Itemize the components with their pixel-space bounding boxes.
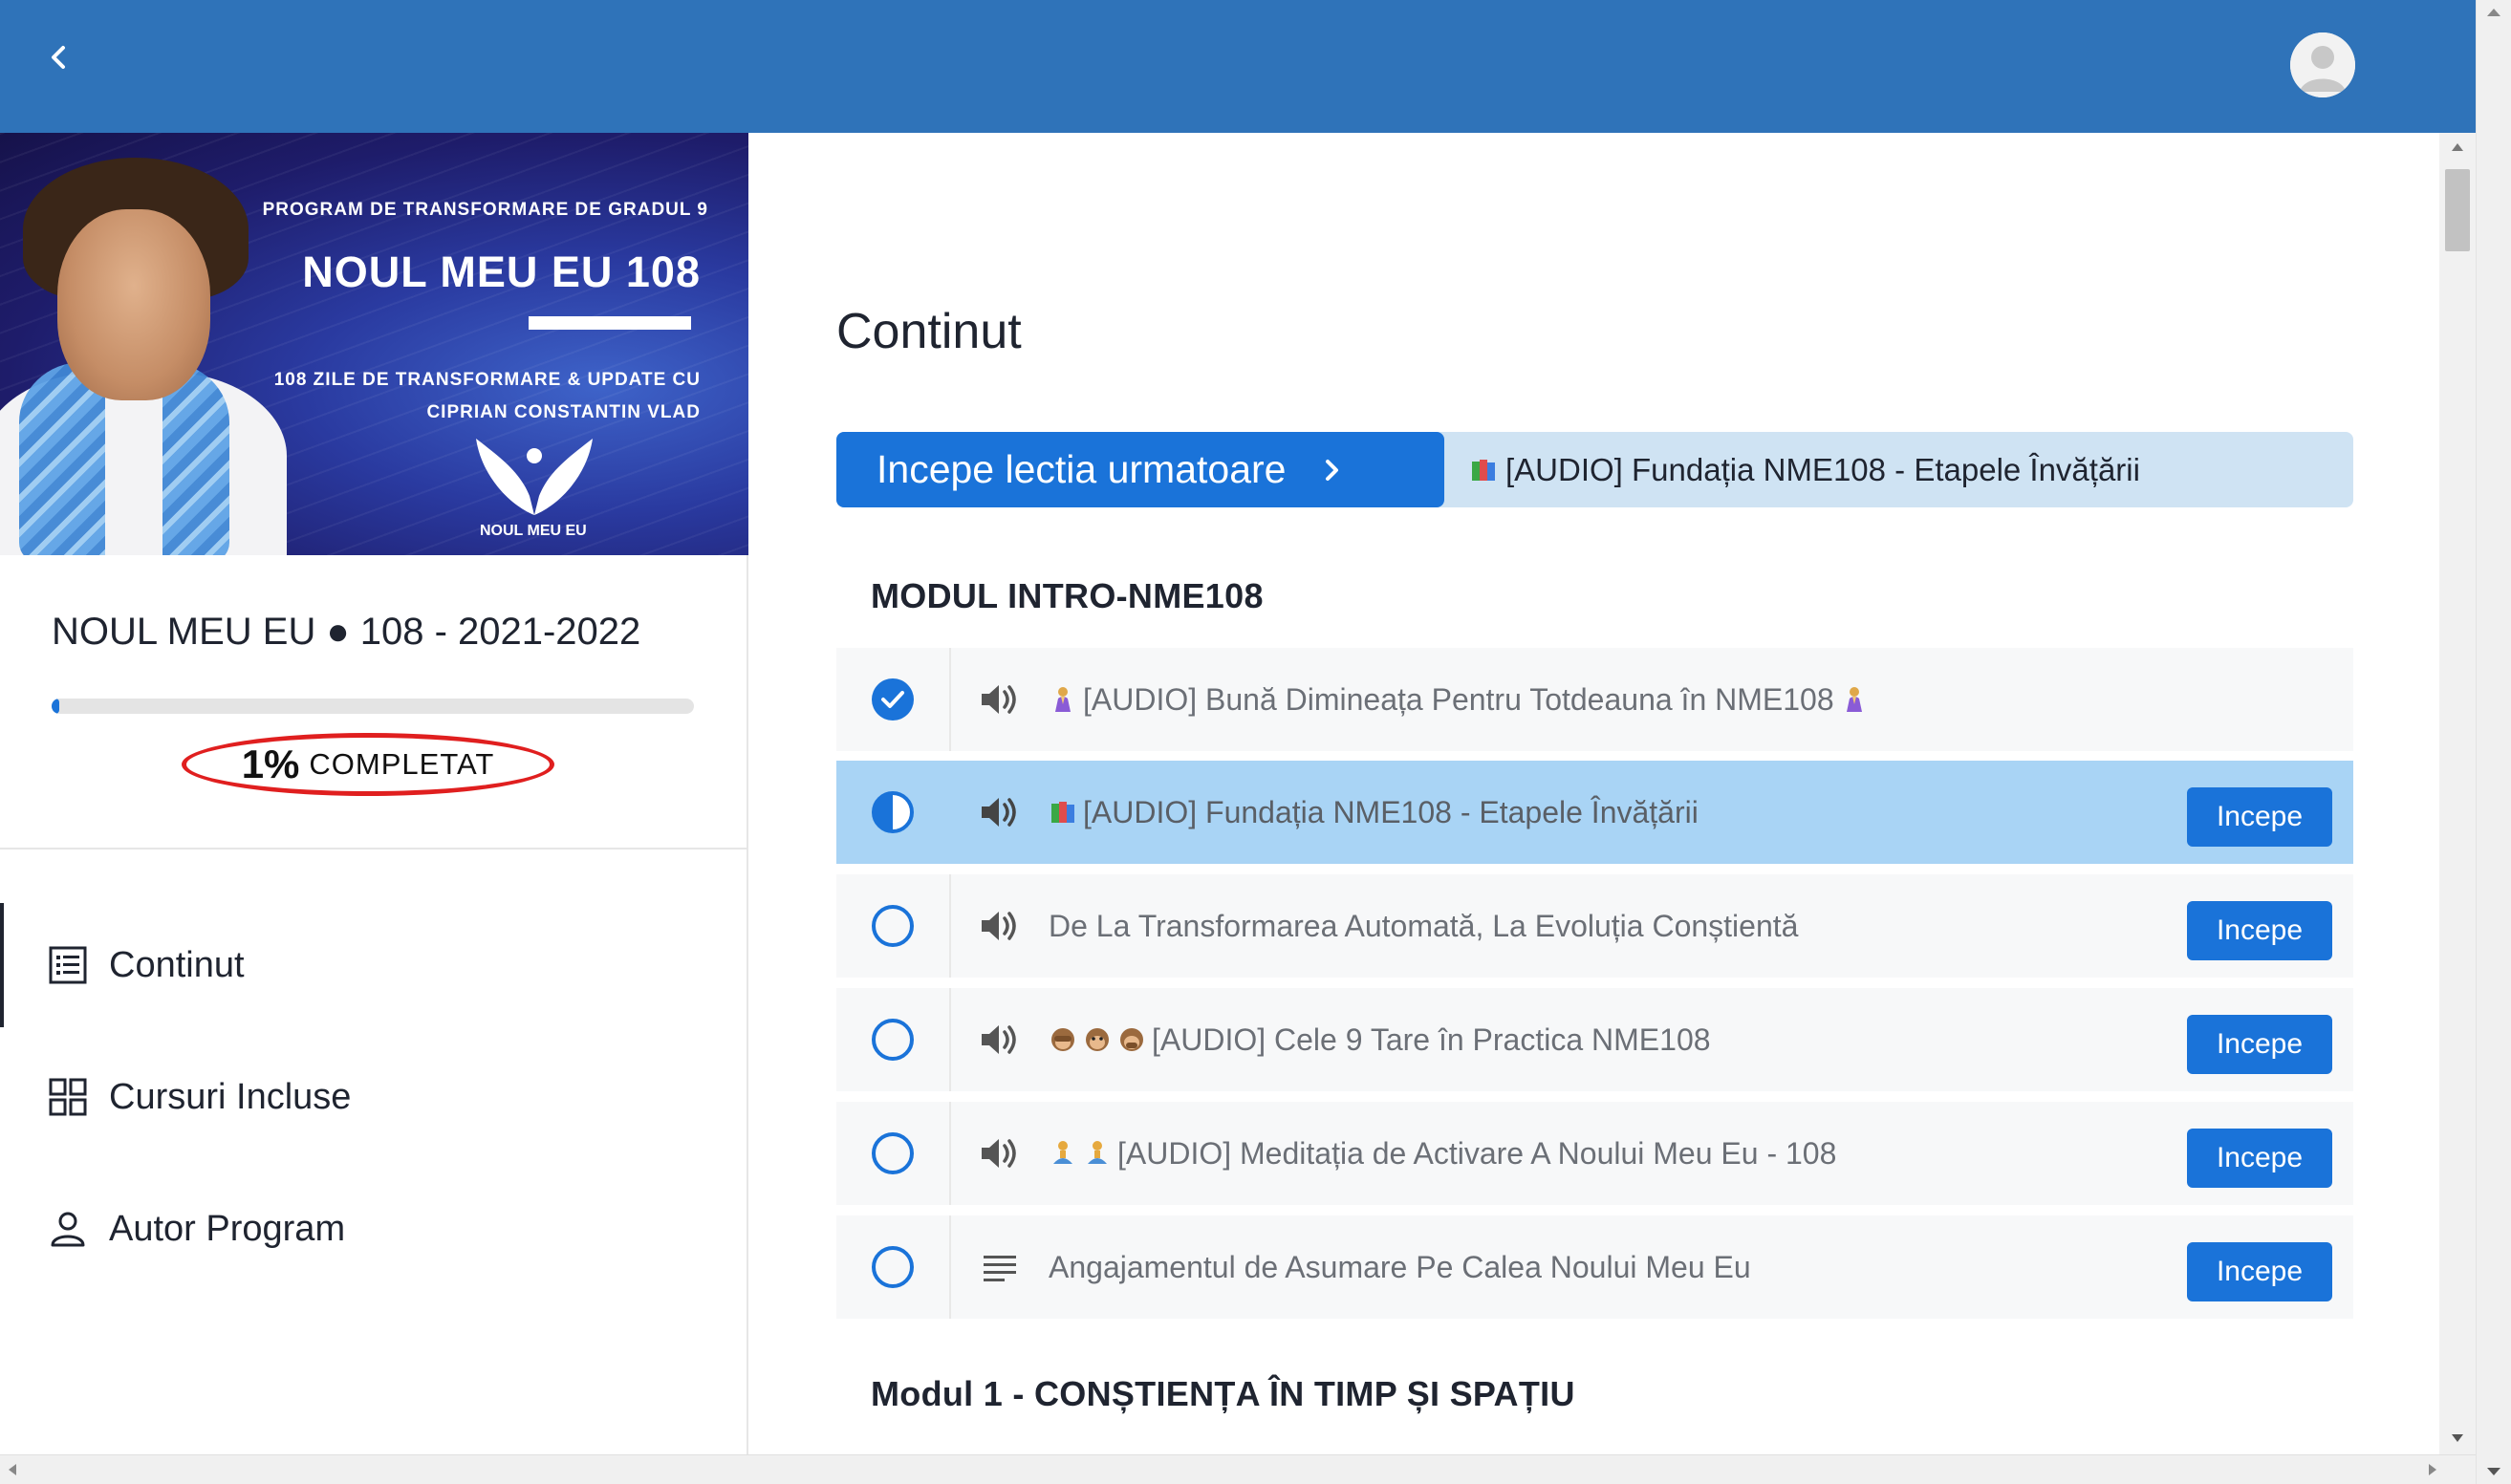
lesson-row[interactable]: [AUDIO] Bună Dimineața Pentru Totdeauna … bbox=[836, 648, 2353, 751]
list-icon bbox=[49, 946, 87, 984]
wings-logo-icon bbox=[476, 439, 593, 515]
lesson-title: [AUDIO] Fundația NME108 - Etapele Învăță… bbox=[1083, 794, 1699, 829]
course-title: NOUL MEU EU ● 108 - 2021-2022 bbox=[52, 611, 641, 653]
completion-label: COMPLETAT bbox=[309, 747, 495, 781]
module-title-1: Modul 1 - CONȘTIENȚA ÎN TIMP ȘI SPAȚIU bbox=[871, 1374, 1575, 1413]
scroll-down-arrow-icon[interactable] bbox=[2451, 1433, 2464, 1443]
speak-no-evil-monkey-emoji-icon bbox=[1120, 1028, 1143, 1051]
next-lesson-name[interactable]: [AUDIO] Fundația NME108 - Etapele Învăță… bbox=[1469, 432, 2140, 507]
lesson-row[interactable]: [AUDIO] Meditația de Activare A Noului M… bbox=[836, 1102, 2353, 1205]
lesson-row[interactable]: Angajamentul de Asumare Pe Calea Noului … bbox=[836, 1215, 2353, 1319]
content-scrollbar[interactable] bbox=[2439, 133, 2476, 1454]
books-emoji-icon bbox=[1051, 802, 1074, 823]
page-title: Continut bbox=[836, 304, 1022, 359]
check-circle-icon bbox=[872, 678, 914, 720]
back-button[interactable] bbox=[38, 36, 80, 78]
lesson-title: [AUDIO] Bună Dimineața Pentru Totdeauna … bbox=[1083, 681, 1834, 717]
lesson-status bbox=[836, 1215, 951, 1319]
user-avatar-icon bbox=[2290, 32, 2355, 97]
begin-button[interactable]: Incepe bbox=[2187, 1015, 2332, 1074]
begin-button[interactable]: Incepe bbox=[2187, 901, 2332, 960]
empty-circle-icon bbox=[872, 1132, 914, 1174]
meditating-person-emoji-icon bbox=[1053, 1141, 1072, 1164]
lesson-row-current[interactable]: [AUDIO] Fundația NME108 - Etapele Învăță… bbox=[836, 761, 2353, 864]
scroll-up-arrow-icon[interactable] bbox=[2451, 142, 2464, 152]
empty-circle-icon bbox=[872, 1019, 914, 1061]
lesson-title: [AUDIO] Cele 9 Tare în Practica NME108 bbox=[1152, 1022, 1711, 1057]
lesson-title: De La Transformarea Automată, La Evoluți… bbox=[1049, 908, 1799, 943]
scroll-up-arrow-icon[interactable] bbox=[2486, 8, 2501, 17]
sidebar-item-autor-program[interactable]: Autor Program bbox=[0, 1167, 747, 1291]
text-lines-icon bbox=[984, 1256, 1016, 1281]
lesson-row[interactable]: [AUDIO] Cele 9 Tare în Practica NME108 I… bbox=[836, 988, 2353, 1091]
speaker-icon bbox=[982, 685, 1016, 714]
top-bar bbox=[0, 0, 2476, 133]
next-lesson-title: [AUDIO] Fundația NME108 - Etapele Învăță… bbox=[1505, 451, 2140, 487]
chevron-left-icon bbox=[52, 46, 65, 69]
next-lesson-bar: Incepe lectia urmatoare [AUDIO] Fundația… bbox=[836, 432, 2353, 507]
course-banner: PROGRAM DE TRANSFORMARE DE GRADUL 9 NOUL… bbox=[0, 133, 748, 555]
lesson-status bbox=[836, 1102, 951, 1205]
half-circle-icon bbox=[872, 791, 914, 833]
completion-percent: 1% bbox=[241, 742, 300, 786]
banner-logo-text: NOUL MEU EU bbox=[480, 523, 587, 539]
progress-bar bbox=[52, 699, 694, 714]
lesson-title: Angajamentul de Asumare Pe Calea Noului … bbox=[1049, 1249, 1751, 1284]
lesson-status bbox=[836, 761, 951, 864]
sidebar-item-cursuri-incluse[interactable]: Cursuri Incluse bbox=[0, 1035, 747, 1159]
chevron-right-icon bbox=[1326, 459, 1339, 481]
speaker-icon bbox=[982, 1139, 1016, 1168]
begin-button[interactable]: Incepe bbox=[2187, 787, 2332, 847]
lesson-title: [AUDIO] Meditația de Activare A Noului M… bbox=[1117, 1135, 1837, 1171]
banner-line-3a: 108 ZILE DE TRANSFORMARE & UPDATE CU bbox=[273, 370, 701, 390]
main-content: Continut Incepe lectia urmatoare [AUDIO]… bbox=[750, 133, 2439, 1454]
sidebar-item-label: Continut bbox=[109, 944, 245, 985]
next-lesson-button[interactable]: Incepe lectia urmatoare bbox=[836, 432, 1444, 507]
person-icon bbox=[51, 1212, 85, 1247]
module-title-intro: MODUL INTRO-NME108 bbox=[871, 576, 1264, 615]
scroll-right-arrow-icon[interactable] bbox=[2428, 1463, 2437, 1476]
sidebar-item-label: Cursuri Incluse bbox=[109, 1076, 352, 1117]
speaker-icon bbox=[982, 1025, 1016, 1054]
lesson-status bbox=[836, 648, 951, 751]
empty-circle-icon bbox=[872, 1246, 914, 1288]
user-avatar[interactable] bbox=[2290, 32, 2355, 97]
completion-status: 1% COMPLETAT bbox=[182, 733, 554, 800]
window-scrollbar[interactable] bbox=[2476, 0, 2511, 1484]
sidebar-item-label: Autor Program bbox=[109, 1208, 346, 1249]
lesson-status bbox=[836, 874, 951, 978]
books-emoji-icon bbox=[1472, 459, 1495, 481]
empty-circle-icon bbox=[872, 905, 914, 947]
horizontal-scrollbar[interactable] bbox=[0, 1454, 2476, 1484]
speaker-icon bbox=[982, 912, 1016, 940]
praying-woman-emoji-icon bbox=[1055, 687, 1071, 712]
sidebar: PROGRAM DE TRANSFORMARE DE GRADUL 9 NOUL… bbox=[0, 133, 748, 1454]
meditating-person-emoji-icon bbox=[1088, 1141, 1107, 1164]
scroll-down-arrow-icon[interactable] bbox=[2486, 1467, 2501, 1476]
scroll-left-arrow-icon[interactable] bbox=[8, 1463, 17, 1476]
grid-icon bbox=[49, 1078, 87, 1116]
lesson-row[interactable]: De La Transformarea Automată, La Evoluți… bbox=[836, 874, 2353, 978]
begin-button[interactable]: Incepe bbox=[2187, 1129, 2332, 1188]
speaker-icon bbox=[982, 798, 1016, 827]
hear-no-evil-monkey-emoji-icon bbox=[1086, 1028, 1109, 1051]
banner-line-1: PROGRAM DE TRANSFORMARE DE GRADUL 9 bbox=[262, 200, 708, 220]
next-lesson-button-label: Incepe lectia urmatoare bbox=[877, 447, 1287, 491]
progress-fill bbox=[52, 699, 60, 714]
sidebar-divider bbox=[0, 848, 747, 850]
banner-line-2: NOUL MEU EU 108 bbox=[302, 247, 701, 296]
see-no-evil-monkey-emoji-icon bbox=[1051, 1028, 1074, 1051]
begin-button[interactable]: Incepe bbox=[2187, 1242, 2332, 1301]
praying-woman-emoji-icon bbox=[1846, 687, 1862, 712]
sidebar-item-continut[interactable]: Continut bbox=[0, 903, 747, 1027]
scrollbar-thumb[interactable] bbox=[2445, 169, 2470, 251]
lesson-status bbox=[836, 988, 951, 1091]
